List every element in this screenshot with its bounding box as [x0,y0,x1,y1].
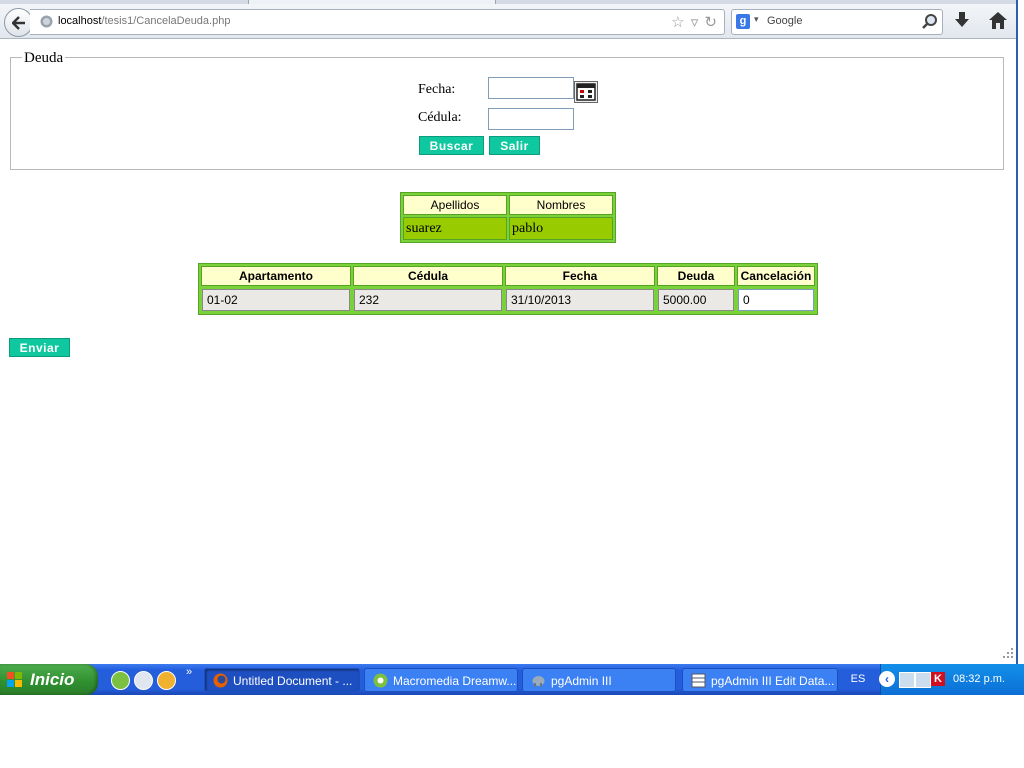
quicklaunch-dreamweaver-icon[interactable] [111,671,130,690]
apellidos-header: Apellidos [403,195,508,215]
home-icon[interactable] [987,10,1009,32]
names-table: Apellidos Nombres suarez pablo [400,192,616,243]
start-button[interactable]: Inicio [0,664,98,695]
cedula-cell [353,288,503,312]
resize-grip-icon[interactable] [1000,645,1014,659]
apartamento-cell [201,288,351,312]
fecha-field[interactable] [506,289,654,311]
tray-expand-icon[interactable]: ‹ [879,671,895,687]
task-label: pgAdmin III Edit Data... [711,674,835,688]
firefox-icon [213,673,228,688]
apartamento-field[interactable] [202,289,350,311]
antivirus-icon[interactable]: K [931,672,945,686]
download-icon[interactable] [951,10,973,32]
url-host: localhost [58,15,102,27]
debt-data-row [201,288,815,312]
bookmark-star-icon[interactable]: ☆ [671,14,685,31]
cancelacion-cell [737,288,815,312]
fecha-header: Fecha [505,266,655,286]
names-header-row: Apellidos Nombres [403,195,613,215]
clock: 08:32 p.m. [953,673,1005,685]
task-dreamweaver[interactable]: Macromedia Dreamw... [364,668,518,692]
cedula-header: Cédula [353,266,503,286]
cancelacion-header: Cancelación [737,266,815,286]
globe-icon [40,15,53,28]
task-label: pgAdmin III [551,674,612,688]
window-right-border [1016,0,1024,664]
cancelacion-field[interactable] [738,289,814,311]
engine-dropdown-icon[interactable]: ▾ [754,14,759,25]
debt-table: Apartamento Cédula Fecha Deuda Cancelaci… [198,263,818,315]
network-icon[interactable] [899,672,915,688]
enviar-button[interactable]: Enviar [9,338,70,357]
back-arrow-icon [11,15,25,30]
buscar-button[interactable]: Buscar [419,136,484,155]
cedula-field[interactable] [354,289,502,311]
elephant-icon [532,676,545,687]
address-bar[interactable]: localhost/tesis1/CancelaDeuda.php ☆ ▿ ↻ [30,9,725,35]
taskbar: Inicio » Untitled Document - ... Macrome… [0,664,1024,695]
windows-logo-icon [7,672,22,687]
cedula-label: Cédula: [418,110,462,125]
url-text[interactable]: localhost/tesis1/CancelaDeuda.php [58,15,230,27]
system-tray: ‹ K 08:32 p.m. [879,664,1024,695]
search-bar[interactable]: g ▾ Google [731,9,943,35]
deuda-header: Deuda [657,266,735,286]
deuda-field[interactable] [658,289,734,311]
debt-header-row: Apartamento Cédula Fecha Deuda Cancelaci… [201,266,815,286]
apartamento-header: Apartamento [201,266,351,286]
network-secondary-icon[interactable] [915,672,931,688]
back-button[interactable] [4,8,33,37]
nombres-header: Nombres [509,195,613,215]
url-actions: ☆ ▿ ↻ [671,13,718,31]
history-dropdown-icon[interactable]: ▿ [691,14,700,31]
reload-icon[interactable]: ↻ [704,14,718,31]
magnifier-icon[interactable] [921,13,939,31]
quicklaunch-media-icon[interactable] [157,671,176,690]
fecha-input[interactable] [488,77,574,99]
search-placeholder[interactable]: Google [767,15,802,27]
calendar-button[interactable] [574,81,598,103]
table-grid-icon [691,673,706,688]
cedula-input[interactable] [488,108,574,130]
quicklaunch-desktop-icon[interactable] [134,671,153,690]
nombres-cell: pablo [509,217,613,240]
task-pgadmin-edit[interactable]: pgAdmin III Edit Data... [682,668,838,692]
start-label: Inicio [30,670,75,689]
fecha-cell [505,288,655,312]
url-path: /tesis1/CancelaDeuda.php [101,15,231,27]
deuda-cell [657,288,735,312]
fieldset-legend: Deuda [22,50,66,67]
fecha-label: Fecha: [418,82,456,97]
google-logo-icon[interactable]: g [736,14,750,29]
navigation-toolbar: localhost/tesis1/CancelaDeuda.php ☆ ▿ ↻ … [0,4,1016,39]
quicklaunch-more-icon[interactable]: » [186,666,192,678]
dreamweaver-icon [373,673,388,688]
language-indicator[interactable]: ES [845,664,871,695]
names-data-row: suarez pablo [403,217,613,240]
task-firefox[interactable]: Untitled Document - ... [204,668,360,692]
salir-button[interactable]: Salir [489,136,540,155]
calendar-icon [576,83,596,101]
task-label: Macromedia Dreamw... [393,674,517,688]
task-pgadmin[interactable]: pgAdmin III [522,668,676,692]
task-label: Untitled Document - ... [233,674,353,688]
apellidos-cell: suarez [403,217,508,240]
